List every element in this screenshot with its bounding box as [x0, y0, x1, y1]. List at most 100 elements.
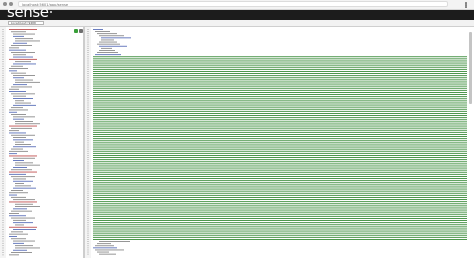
line-number	[2, 123, 4, 125]
line-number	[2, 183, 4, 184]
code-line	[15, 121, 33, 122]
code-line	[11, 169, 32, 171]
response-value-line	[93, 226, 467, 228]
wrench-icon[interactable]	[79, 29, 83, 33]
code-line	[11, 176, 35, 178]
response-value-line	[93, 150, 467, 152]
response-value-line	[93, 159, 467, 161]
response-value-line	[93, 71, 467, 72]
code-line	[95, 245, 114, 247]
request-editor[interactable]	[0, 27, 85, 258]
code-line	[95, 54, 121, 56]
line-number	[87, 247, 89, 249]
response-value-line	[93, 218, 467, 219]
line-number	[87, 127, 89, 129]
code-line	[11, 217, 35, 219]
code-line	[95, 249, 124, 251]
request-line	[9, 201, 37, 203]
code-line	[15, 185, 31, 187]
request-line	[9, 125, 37, 127]
line-number	[2, 254, 4, 256]
response-value-line	[93, 144, 467, 146]
response-value-line	[93, 77, 467, 79]
response-value-line	[93, 117, 467, 119]
response-value-line	[93, 161, 467, 163]
line-number	[2, 81, 4, 83]
code-line	[9, 153, 17, 155]
line-number	[2, 178, 4, 180]
code-line	[101, 39, 114, 41]
code-line	[13, 118, 24, 120]
address-bar[interactable]: localhost:5601/app/sense	[18, 1, 448, 7]
response-value-line	[93, 192, 467, 194]
line-number	[2, 187, 4, 189]
response-value-line	[93, 115, 467, 116]
server-input[interactable]	[8, 20, 44, 25]
line-number	[87, 190, 89, 192]
code-line	[13, 167, 27, 168]
line-number	[87, 222, 89, 224]
response-output[interactable]	[85, 27, 474, 258]
response-value-line	[93, 234, 467, 236]
line-number	[2, 229, 4, 230]
line-number	[87, 106, 89, 108]
response-value-line	[93, 110, 467, 112]
line-number	[87, 146, 89, 148]
line-number	[2, 100, 4, 102]
line-number	[2, 201, 4, 203]
response-value-line	[93, 131, 467, 133]
response-value-line	[93, 171, 467, 173]
code-line	[13, 146, 36, 148]
code-line	[15, 81, 40, 83]
response-value-line	[93, 182, 467, 184]
line-number	[2, 185, 4, 187]
code-line	[9, 215, 26, 217]
line-number	[2, 77, 4, 79]
response-value-line	[93, 113, 467, 114]
line-number	[2, 240, 4, 242]
code-line	[99, 241, 130, 242]
line-number	[2, 79, 4, 81]
code-line	[9, 109, 28, 111]
response-value-line	[93, 119, 467, 121]
line-number	[87, 159, 89, 161]
code-line	[13, 199, 35, 201]
code-line	[13, 222, 33, 224]
line-number	[87, 249, 89, 251]
line-number	[87, 62, 89, 64]
line-number	[2, 47, 4, 49]
line-number	[87, 148, 89, 150]
response-value-line	[93, 220, 467, 221]
line-number	[87, 188, 89, 190]
code-line	[11, 65, 23, 67]
line-number	[87, 31, 89, 32]
line-number	[2, 70, 4, 72]
output-scrollbar[interactable]	[469, 32, 472, 104]
play-icon[interactable]	[74, 29, 78, 33]
code-line	[11, 52, 35, 53]
line-number	[87, 245, 89, 247]
code-line	[9, 173, 26, 175]
line-number	[2, 192, 4, 194]
response-value-line	[93, 142, 467, 144]
code-line	[15, 61, 31, 63]
line-number	[87, 203, 89, 205]
code-line	[11, 45, 32, 46]
request-line	[9, 226, 37, 228]
response-value-line	[93, 239, 467, 240]
code-line	[9, 233, 28, 235]
code-line	[9, 111, 17, 113]
code-line	[13, 77, 24, 79]
line-number	[2, 173, 4, 175]
code-line	[15, 164, 40, 166]
line-number	[87, 205, 89, 207]
response-value-line	[93, 62, 467, 64]
line-number	[2, 210, 4, 212]
line-number	[87, 29, 89, 30]
line-number	[2, 238, 4, 240]
line-number	[87, 169, 89, 171]
line-number	[87, 119, 89, 121]
line-number	[87, 108, 89, 110]
line-number	[87, 110, 89, 112]
response-value-line	[93, 236, 467, 238]
